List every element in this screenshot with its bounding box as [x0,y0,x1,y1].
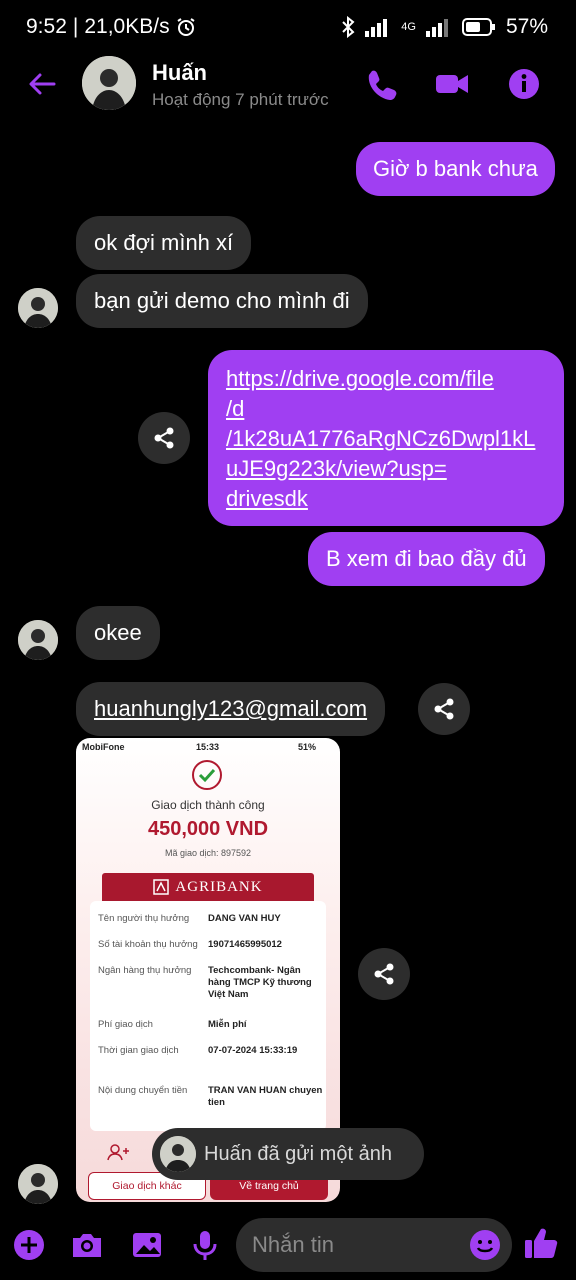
signal-icon [365,19,388,37]
status-speed: 21,0KB/s [84,15,170,38]
share-icon [154,427,174,449]
contact-name[interactable]: Huấn [152,60,207,86]
sender-avatar[interactable] [18,288,58,328]
message-bubble-out[interactable]: B xem đi bao đầy đủ [308,532,545,586]
message-bubble-in[interactable]: bạn gửi demo cho mình đi [76,274,368,328]
video-call-icon[interactable] [434,66,470,102]
active-status: Hoạt động 7 phút trước [152,90,329,109]
toast-avatar [160,1136,196,1172]
agribank-emblem-icon [153,879,170,895]
email-link-message[interactable]: huanhungly123@gmail.com [76,682,386,736]
bluetooth-icon [342,16,355,38]
image-icon[interactable] [130,1228,164,1262]
share-button[interactable] [138,412,190,464]
link-message[interactable]: https://drive.google.com/file /d /1k28uA… [208,350,564,526]
receipt-battery: 51% [298,742,317,752]
microphone-icon[interactable] [188,1228,222,1262]
receipt-title: Giao dịch thành công [151,798,265,812]
receipt-time: 15:33 [196,742,220,752]
signal-icon-2 [425,19,448,37]
agribank-logo: AGRIBANK [102,873,314,901]
sender-avatar[interactable] [18,1164,58,1204]
share-icon [434,698,454,720]
info-icon[interactable] [506,66,542,102]
plus-icon[interactable] [12,1228,46,1262]
chat-header: Huấn Hoạt động 7 phút trước [0,56,576,112]
share-button[interactable] [358,948,410,1000]
status-bar: 9:52 | 21,0KB/s 4G 57% [26,15,548,38]
status-time: 9:52 [26,15,67,38]
alarm-icon [177,18,195,36]
success-check-icon [192,760,222,790]
new-photo-toast[interactable]: Huấn đã gửi một ảnh [152,1128,424,1180]
battery-icon [461,18,495,36]
share-icon [374,963,394,985]
avatar[interactable] [82,56,136,110]
receipt-details: Tên người thụ hưởng DANG VAN HUY Số tài k… [90,901,326,1131]
battery-percent: 57% [505,15,548,38]
sender-avatar[interactable] [18,620,58,660]
share-button[interactable] [418,683,470,735]
message-input[interactable]: Nhắn tin [236,1218,512,1272]
network-type: 4G [401,21,416,33]
receipt-amount: 450,000 VND [147,818,269,840]
emoji-icon[interactable] [468,1228,502,1262]
receipt-code: Mã giao dịch: 897592 [164,848,252,858]
message-composer: Nhắn tin [0,1210,576,1280]
message-bubble-in[interactable]: okee [76,606,160,660]
receipt-status-bar: MobiFone 15:33 51% [76,738,340,756]
back-arrow-icon[interactable] [26,68,58,100]
toast-text: Huấn đã gửi một ảnh [204,1142,392,1165]
add-contact-icon [107,1144,129,1161]
message-bubble-in[interactable]: ok đợi mình xí [76,216,252,270]
camera-icon[interactable] [70,1228,104,1262]
receipt-carrier: MobiFone [82,742,125,752]
phone-icon[interactable] [364,66,400,102]
thumbs-up-icon[interactable] [522,1224,560,1262]
message-bubble-out[interactable]: Giờ b bank chưa [356,142,555,196]
